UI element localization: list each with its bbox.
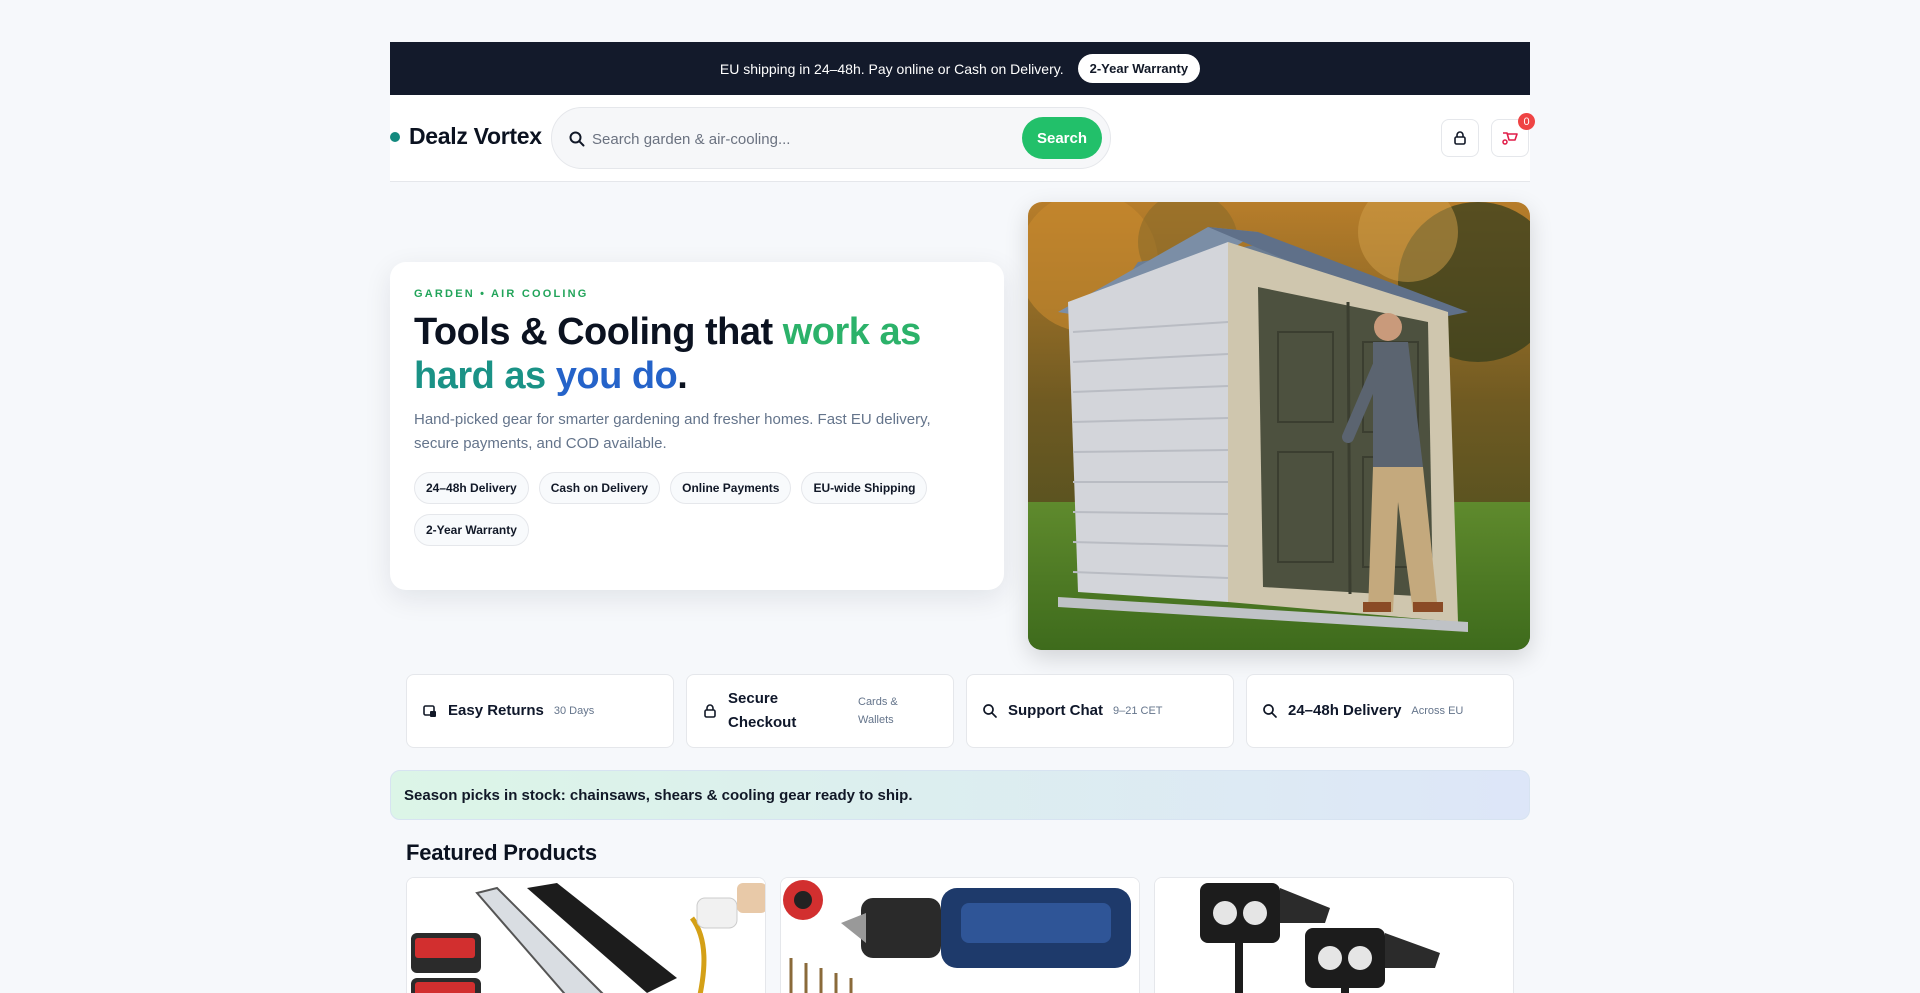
hero-title-part1: Tools & Cooling that <box>414 311 783 353</box>
feature-subtitle: Across EU <box>1411 705 1464 717</box>
hero-chips: 24–48h Delivery Cash on Delivery Online … <box>414 472 974 546</box>
chip-cod: Cash on Delivery <box>538 472 661 504</box>
solar-spotlight-image <box>1155 878 1513 993</box>
product-card-drill[interactable] <box>780 877 1140 993</box>
chip-delivery: 24–48h Delivery <box>414 472 529 504</box>
search-bar: Search <box>551 107 1111 169</box>
cart-icon <box>1502 132 1518 145</box>
site-header: Dealz Vortex Search 0 <box>390 95 1535 182</box>
brand-name: Dealz Vortex <box>409 123 542 149</box>
feature-subtitle: 30 Days <box>553 705 595 717</box>
search-icon <box>1263 704 1277 718</box>
hero-image <box>1028 202 1530 650</box>
hero-title-part3: hard as <box>414 355 556 397</box>
hero-description: Hand-picked gear for smarter gardening a… <box>414 411 931 452</box>
search-input[interactable] <box>592 125 992 153</box>
search-button[interactable]: Search <box>1022 117 1102 159</box>
product-card-chainsaw[interactable] <box>406 877 766 993</box>
lock-icon <box>1454 131 1466 145</box>
feature-delivery: 24–48h Delivery Across EU <box>1246 674 1514 748</box>
hero-title: Tools & Cooling that work as hard as you … <box>414 310 974 398</box>
product-card-solar-lights[interactable] <box>1154 877 1514 993</box>
feature-support-chat: Support Chat 9–21 CET <box>966 674 1234 748</box>
chip-warranty: 2-Year Warranty <box>414 514 529 546</box>
feature-title: Support Chat <box>1008 702 1103 719</box>
return-box-icon <box>423 705 436 717</box>
brand-logo[interactable]: Dealz Vortex <box>390 123 542 150</box>
brand-dot-icon <box>390 131 400 142</box>
feature-easy-returns: Easy Returns 30 Days <box>406 674 674 748</box>
feature-title: 24–48h Delivery <box>1288 702 1402 719</box>
hero-title-part2: work as <box>782 311 922 353</box>
feature-cards: Easy Returns 30 Days Secure Checkout Car… <box>406 674 1514 748</box>
lock-icon <box>704 704 716 718</box>
season-banner: Season picks in stock: chainsaws, shears… <box>390 770 1530 820</box>
account-button[interactable] <box>1441 119 1479 157</box>
chip-online-payments: Online Payments <box>670 472 792 504</box>
feature-subtitle: Cards & Wallets <box>858 696 898 726</box>
feature-subtitle: 9–21 CET <box>1113 705 1163 717</box>
warranty-pill: 2-Year Warranty <box>1077 54 1201 83</box>
feature-title: Easy Returns <box>448 702 544 719</box>
feature-secure-checkout: Secure Checkout Cards & Wallets <box>686 674 954 748</box>
hero-eyebrow: GARDEN • AIR COOLING <box>414 288 589 300</box>
cart-button[interactable]: 0 <box>1491 113 1535 157</box>
garden-shed-image <box>1028 202 1530 650</box>
hero-card: GARDEN • AIR COOLING Tools & Cooling tha… <box>390 262 1004 590</box>
cart-count-badge: 0 <box>1518 113 1535 130</box>
hero-title-part4: you do <box>555 355 678 397</box>
announcement-bar: EU shipping in 24–48h. Pay online or Cas… <box>390 42 1530 95</box>
hero-title-part5: . <box>677 355 688 397</box>
cordless-drill-image <box>781 878 1139 993</box>
feature-title: Secure Checkout <box>728 690 797 731</box>
chainsaw-image <box>407 878 765 993</box>
chip-eu-shipping: EU-wide Shipping <box>801 472 928 504</box>
featured-products-title: Featured Products <box>406 840 597 865</box>
search-icon <box>983 704 997 718</box>
search-icon <box>569 131 585 147</box>
announcement-text: EU shipping in 24–48h. Pay online or Cas… <box>719 60 1064 77</box>
